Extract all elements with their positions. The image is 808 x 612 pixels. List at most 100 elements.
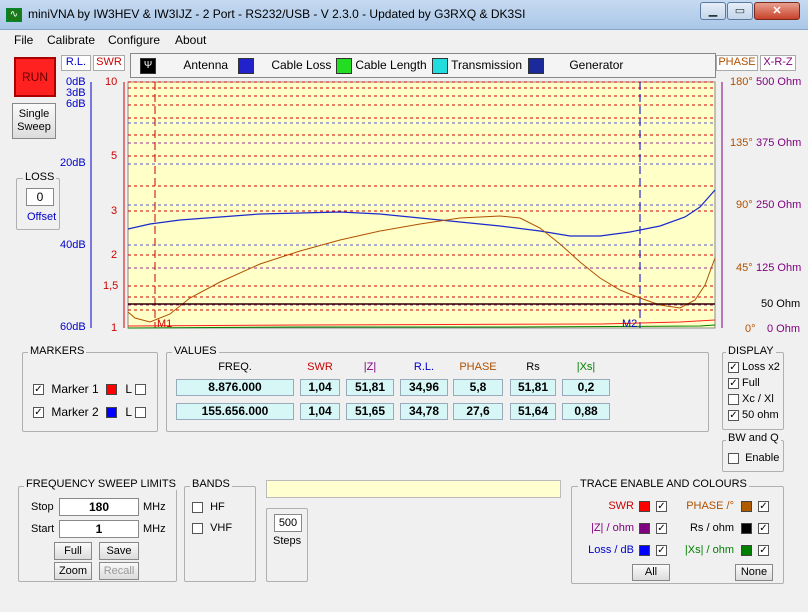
- ohm-tick: 375 Ohm: [756, 137, 802, 149]
- values-cell: 51,64: [510, 403, 556, 420]
- status-field: [266, 480, 561, 498]
- ohm-tick: 500 Ohm: [756, 76, 802, 88]
- trace-color-swatch[interactable]: [741, 545, 752, 556]
- hf-row: HF: [192, 501, 225, 513]
- hf-label: HF: [210, 501, 225, 513]
- display-checkbox[interactable]: [728, 393, 739, 405]
- sweep-title: FREQUENCY SWEEP LIMITS: [24, 478, 178, 490]
- start-label: Start: [31, 523, 55, 535]
- ohm-tick: 50 Ohm: [761, 298, 801, 310]
- vhf-label: VHF: [210, 522, 233, 534]
- values-cell: 5,8: [453, 379, 503, 396]
- marker-2-l-checkbox[interactable]: [134, 407, 146, 419]
- rl-tick: 20dB: [60, 157, 86, 169]
- values-header: PHASE: [459, 361, 497, 373]
- trace-enable-checkbox[interactable]: ✓: [656, 501, 667, 512]
- phase-tick: 45°: [736, 262, 753, 274]
- start-unit: MHz: [143, 523, 166, 535]
- display-option: ✓ 50 ohm: [728, 409, 779, 421]
- values-header: Rs: [526, 361, 540, 373]
- phase-tick: 90°: [736, 199, 753, 211]
- rl-tick: 60dB: [60, 321, 86, 333]
- ohm-tick: 125 Ohm: [756, 262, 802, 274]
- values-cell: 0,2: [562, 379, 610, 396]
- trace-label: Loss / dB: [588, 544, 634, 556]
- trace-enable-checkbox[interactable]: ✓: [758, 501, 769, 512]
- trace-label: PHASE /°: [686, 500, 734, 512]
- bwq-enable-label: Enable: [745, 452, 780, 464]
- trace-color-swatch[interactable]: [639, 501, 650, 512]
- rl-tick: 6dB: [66, 98, 86, 110]
- trace-label: SWR: [608, 500, 634, 512]
- recall-button[interactable]: Recall: [99, 562, 139, 580]
- marker-1-plot-label: M1: [157, 318, 173, 330]
- values-cell: 1,04: [300, 379, 340, 396]
- display-option-label: Full: [742, 377, 760, 389]
- values-cell: 8.876.000: [176, 379, 294, 396]
- values-title: VALUES: [172, 345, 219, 357]
- stop-input[interactable]: 180: [59, 498, 139, 516]
- display-option-label: Xc / Xl: [742, 393, 774, 405]
- display-option-label: 50 ohm: [742, 409, 779, 421]
- display-title: DISPLAY: [726, 345, 776, 357]
- trace-color-swatch[interactable]: [639, 545, 650, 556]
- full-button[interactable]: Full: [54, 542, 92, 560]
- marker-1-l-checkbox[interactable]: [134, 384, 146, 396]
- values-cell: 51,81: [510, 379, 556, 396]
- trace-color-swatch[interactable]: [741, 501, 752, 512]
- trace-label: |Z| / ohm: [590, 522, 634, 534]
- marker-2-checkbox[interactable]: ✓: [33, 407, 44, 419]
- marker-2-color[interactable]: [106, 407, 118, 419]
- marker-1-checkbox[interactable]: ✓: [33, 384, 44, 396]
- values-header: R.L.: [413, 361, 435, 373]
- vhf-checkbox[interactable]: [192, 522, 203, 534]
- marker-2-l-label: L: [125, 405, 132, 419]
- hf-checkbox[interactable]: [192, 501, 203, 513]
- marker-2-label: Marker 2: [51, 405, 99, 419]
- marker-1-row: ✓ Marker 1 L: [33, 382, 146, 396]
- vhf-row: VHF: [192, 522, 232, 534]
- marker-2-row: ✓ Marker 2 L: [33, 405, 146, 419]
- trace-enable-checkbox[interactable]: ✓: [656, 523, 667, 534]
- display-option-label: Loss x2: [742, 361, 780, 373]
- display-checkbox[interactable]: ✓: [728, 377, 739, 389]
- swr-tick: 3: [111, 205, 118, 217]
- values-header: |Z|: [363, 361, 377, 373]
- swr-tick: 5: [111, 150, 118, 162]
- values-header: SWR: [307, 361, 333, 373]
- values-cell: 155.656.000: [176, 403, 294, 420]
- values-cell: 34,96: [400, 379, 448, 396]
- marker-1-label: Marker 1: [51, 382, 99, 396]
- trace-enable-checkbox[interactable]: ✓: [656, 545, 667, 556]
- marker-1-color[interactable]: [106, 384, 118, 396]
- swr-tick: 1: [111, 322, 118, 334]
- bwq-enable-checkbox[interactable]: [728, 452, 739, 464]
- bands-title: BANDS: [190, 478, 232, 490]
- bwq-title: BW and Q: [726, 432, 781, 444]
- zoom-button[interactable]: Zoom: [54, 562, 92, 580]
- values-header: FREQ.: [218, 361, 252, 373]
- swr-tick: 2: [111, 249, 118, 261]
- start-input[interactable]: 1: [59, 520, 139, 538]
- values-cell: 34,78: [400, 403, 448, 420]
- trace-enable-checkbox[interactable]: ✓: [758, 545, 769, 556]
- ohm-tick: 250 Ohm: [756, 199, 802, 211]
- values-cell: 0,88: [562, 403, 610, 420]
- stop-label: Stop: [31, 501, 54, 513]
- trace-color-swatch[interactable]: [639, 523, 650, 534]
- save-button[interactable]: Save: [99, 542, 139, 560]
- marker-1-l-label: L: [125, 382, 132, 396]
- steps-input[interactable]: 500: [274, 514, 302, 532]
- bwq-enable-row: Enable: [728, 452, 779, 464]
- sweep-chart[interactable]: [0, 0, 808, 340]
- trace-enable-checkbox[interactable]: ✓: [758, 523, 769, 534]
- ohm-tick: 0 Ohm: [767, 323, 801, 335]
- values-cell: 27,6: [453, 403, 503, 420]
- trace-color-swatch[interactable]: [741, 523, 752, 534]
- display-checkbox[interactable]: ✓: [728, 409, 739, 421]
- none-button[interactable]: None: [735, 564, 773, 581]
- display-option: Xc / Xl: [728, 393, 774, 405]
- swr-tick: 10: [105, 76, 118, 88]
- display-checkbox[interactable]: ✓: [728, 361, 739, 373]
- all-button[interactable]: All: [632, 564, 670, 581]
